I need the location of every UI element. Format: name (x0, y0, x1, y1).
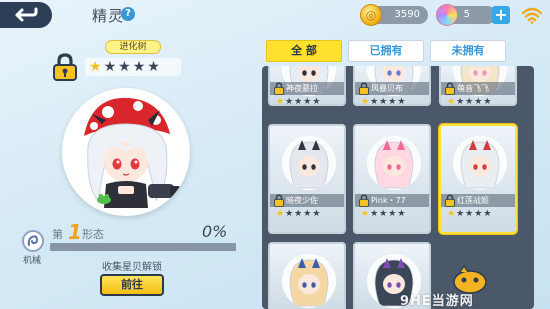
star-empty-icon: ★ (474, 97, 483, 106)
card-star-rating: ★ ★ ★ ★ ★ (361, 209, 405, 219)
star-empty-icon: ★ (388, 209, 397, 219)
star-empty-icon: ★ (312, 209, 321, 219)
sprite-card[interactable]: 暗夜少佐 ★ ★ ★ ★ ★ (268, 124, 346, 234)
gem-icon (436, 4, 458, 26)
lock-icon (359, 194, 369, 207)
star-empty-icon: ★ (285, 97, 294, 106)
star-empty-icon: ★ (118, 59, 131, 75)
progress-percent: 0% (202, 222, 228, 241)
sprite-card[interactable] (268, 242, 346, 309)
page-title: 精灵 (92, 7, 125, 25)
star-filled-icon: ★ (276, 209, 285, 219)
star-empty-icon: ★ (456, 209, 465, 219)
star-empty-icon: ★ (294, 97, 303, 106)
card-portrait (282, 254, 336, 308)
help-icon[interactable]: ? (121, 7, 135, 21)
star-empty-icon: ★ (379, 97, 388, 106)
tab-not-owned[interactable]: 未拥有 (430, 40, 506, 62)
card-portrait (453, 136, 507, 190)
card-portrait (367, 136, 421, 190)
lock-icon (53, 53, 77, 81)
watermark-text: 9HE当游网 (400, 294, 474, 309)
star-empty-icon: ★ (312, 97, 321, 106)
form-suffix: 形态 (82, 228, 104, 241)
sprite-card[interactable]: 风暴贝布 ★ ★ ★ ★ ★ (353, 66, 431, 106)
star-empty-icon: ★ (397, 97, 406, 106)
star-empty-icon: ★ (483, 209, 492, 219)
star-empty-icon: ★ (456, 97, 465, 106)
form-prefix: 第 (52, 228, 63, 241)
star-filled-icon: ★ (447, 97, 456, 106)
star-filled-icon: ★ (89, 59, 102, 75)
sprite-card[interactable]: 神夜慕拉 ★ ★ ★ ★ ★ (268, 66, 346, 106)
evolution-tree-button[interactable]: 进化树 (105, 40, 161, 54)
star-empty-icon: ★ (132, 59, 146, 75)
form-number: 1 (68, 220, 82, 244)
sprite-portrait (62, 88, 190, 216)
card-star-rating: ★ ★ ★ ★ ★ (447, 209, 491, 219)
star-empty-icon: ★ (388, 97, 397, 106)
star-empty-icon: ★ (370, 209, 379, 219)
type-label: 机械 (23, 256, 42, 266)
star-empty-icon: ★ (379, 209, 388, 219)
add-gems-button[interactable]: + (492, 6, 510, 24)
star-empty-icon: ★ (370, 97, 379, 106)
back-button[interactable] (0, 2, 52, 28)
tab-owned[interactable]: 已拥有 (348, 40, 424, 62)
card-star-rating: ★ ★ ★ ★ ★ (276, 209, 320, 219)
progress-bar (50, 243, 236, 251)
sprite-card[interactable]: Pink・77 ★ ★ ★ ★ ★ (353, 124, 431, 234)
star-filled-icon: ★ (447, 209, 456, 219)
back-arrow-icon (15, 7, 38, 22)
tab-all[interactable]: 全 部 (266, 40, 342, 62)
star-empty-icon: ★ (474, 209, 483, 219)
star-filled-icon: ★ (276, 97, 285, 106)
unlock-hint: 收集星贝解锁 (102, 262, 162, 273)
star-empty-icon: ★ (285, 209, 294, 219)
star-empty-icon: ★ (483, 97, 492, 106)
card-star-rating: ★ ★ ★ ★ ★ (361, 97, 406, 106)
sprite-card[interactable]: 红莲战姬 ★ ★ ★ ★ ★ (439, 124, 517, 234)
lock-icon (359, 82, 369, 95)
star-filled-icon: ★ (361, 209, 370, 219)
goto-button[interactable]: 前往 (100, 274, 164, 296)
mech-type-icon[interactable] (22, 230, 44, 252)
card-star-rating: ★ ★ ★ ★ ★ (276, 97, 321, 106)
star-empty-icon: ★ (147, 59, 160, 75)
star-empty-icon: ★ (303, 97, 312, 106)
lock-icon (445, 194, 455, 207)
top-bar: 精灵 ? 3590 ◎ 5 + (0, 0, 550, 30)
lock-icon (274, 194, 284, 207)
star-empty-icon: ★ (465, 97, 474, 106)
star-empty-icon: ★ (294, 209, 303, 219)
coin-amount: 3590 (394, 9, 420, 20)
coin-icon: ◎ (360, 4, 382, 26)
card-star-rating: ★ ★ ★ ★ ★ (447, 97, 492, 106)
star-empty-icon: ★ (397, 209, 406, 219)
sprite-card[interactable]: 萌音飞飞 ★ ★ ★ ★ ★ (439, 66, 517, 106)
star-filled-icon: ★ (361, 97, 370, 106)
lock-icon (274, 82, 284, 95)
star-empty-icon: ★ (303, 209, 312, 219)
gem-amount: 5 (463, 9, 470, 20)
lock-icon (445, 82, 455, 95)
star-empty-icon: ★ (103, 59, 117, 75)
star-empty-icon: ★ (465, 209, 474, 219)
star-rating: ★ ★ ★ ★ ★ (85, 58, 181, 76)
card-portrait (282, 136, 336, 190)
sprite-grid: 神夜慕拉 ★ ★ ★ ★ ★ 风暴贝布 ★ ★ ★ ★ ★ 萌音飞飞 ★ ★ ★ ★ ★ 暗夜少佐 ★ ★ ★ ★ ★ Pink… (262, 66, 534, 309)
form-row: 第 1 形态 0% (52, 220, 242, 244)
wifi-icon (521, 7, 543, 24)
